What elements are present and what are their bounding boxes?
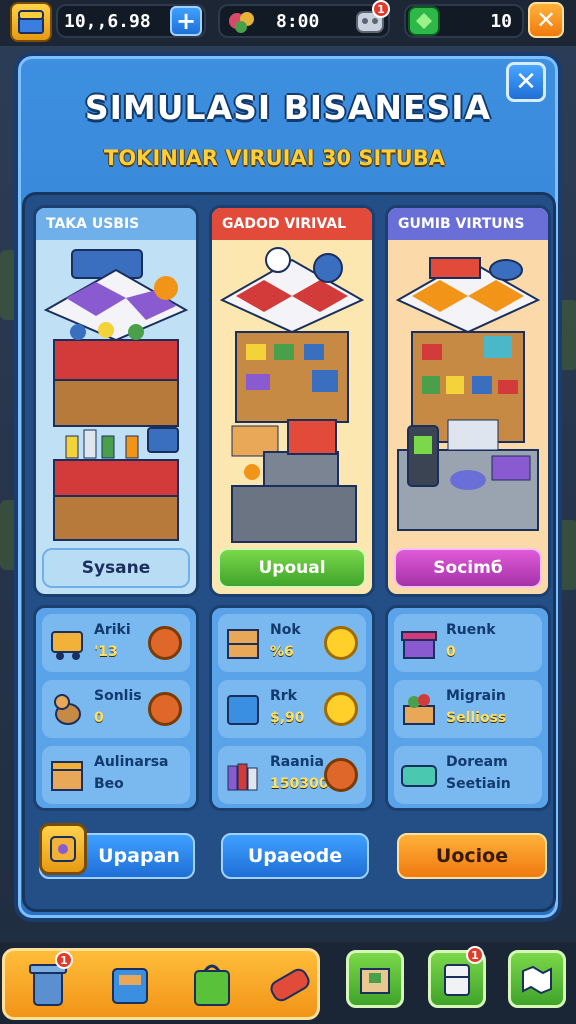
stat-value: %6 [270,644,294,660]
stat-panel-2: Nok %6 Rrk $,90 Raania 150300 [209,605,375,811]
market-stall-illustration [212,240,372,558]
market-stall-illustration [36,240,196,558]
panel-subtitle: TOKINIAR VIRUIAI 30 SITUBA [104,146,445,170]
gold-coin-icon [324,626,358,660]
currency-value: 10,,6.98 [64,10,151,32]
copper-coin-icon [148,692,182,726]
stat-label: Ruenk [446,622,496,638]
crate-icon [224,624,262,662]
bottom-nav: 1 1 [0,942,576,1024]
stat-label: Migrain [446,688,506,704]
stat-row: Ruenk 0 [394,614,542,672]
stat-row: Migrain Sellioss [394,680,542,738]
stat-label: Nok [270,622,301,638]
flower-icon [224,6,260,36]
stat-value: Seetiain [446,776,511,792]
stat-value: '13 [94,644,118,660]
stat-value: $,90 [270,710,305,726]
cart-icon [48,624,86,662]
upgrade-button-label: Uocioe [435,845,509,867]
copper-coin-icon [148,626,182,660]
nav-tray: 1 [2,948,320,1020]
stat-label: Ariki [94,622,131,638]
shop-card-header: TAKA USBIS [36,208,196,240]
shop-area: TAKA USBIS Sysane GADOD VIRIVAL Upoual G… [22,192,556,912]
stat-value: 150300 [270,776,329,792]
green-bag-icon[interactable] [183,955,241,1013]
stat-value: 0 [446,644,456,660]
stat-label: Rrk [270,688,297,704]
notification-badge: 1 [372,0,390,18]
shop-button-label: Socimб [433,558,503,578]
gem-icon [408,6,440,36]
package-icon[interactable] [346,950,404,1008]
map-icon[interactable] [508,950,566,1008]
market-stall-illustration [388,240,548,558]
add-currency-button[interactable]: + [170,6,202,36]
top-bar: 10,,6.98 + 8:00 1 10 ✕ [0,0,576,46]
ticket-icon [400,756,438,794]
upgrade-button-label: Upaeode [247,845,343,867]
treasure-chest-icon [10,2,52,42]
shop-button[interactable]: Socimб [394,548,542,588]
shop-card-3[interactable]: GUMIB VIRTUNS Socimб [385,205,551,597]
shop-name: GUMIB VIRTUNS [398,216,525,232]
eraser-icon[interactable] [261,955,319,1013]
shop-name: GADOD VIRIVAL [222,216,347,232]
shop-button[interactable]: Upoual [218,548,366,588]
gift-icon [400,624,438,662]
notification-badge: 1 [55,951,73,969]
top-close-button[interactable]: ✕ [528,2,564,38]
gem-value: 10 [490,10,512,32]
panel-title: SIMULASI BISANESIA [84,88,492,127]
stat-label: Sonlis [94,688,142,704]
stat-row: Doream Seetiain [394,746,542,804]
stat-panel-3: Ruenk 0 Migrain Sellioss Doream Seetiain [385,605,551,811]
stat-panel-1: Ariki '13 Sonlis 0 Aulinarsa Beo [33,605,199,811]
stat-row: Sonlis 0 [42,680,190,738]
shop-crate-icon[interactable] [101,955,159,1013]
upgrade-button-3[interactable]: Uocioe [397,833,547,879]
shop-button[interactable]: Sysane [42,548,190,588]
notification-count: 1 [60,953,68,967]
business-sim-panel: ✕ SIMULASI BISANESIA TOKINIAR VIRUIAI 30… [14,52,562,922]
stat-value: 0 [94,710,104,726]
plant-box-icon [400,690,438,728]
add-label: + [175,7,197,35]
stat-label: Raania [270,754,324,770]
dog-icon [48,690,86,728]
notification-badge: 1 [466,946,484,964]
books-icon [224,756,262,794]
close-label: ✕ [535,6,557,34]
shop-button-label: Upoual [258,558,326,578]
shop-card-2[interactable]: GADOD VIRIVAL Upoual [209,205,375,597]
stat-row: Raania 150300 [218,746,366,804]
stat-value: Sellioss [446,710,507,726]
upgrade-button-2[interactable]: Upaeode [221,833,369,879]
stat-value: Beo [94,776,124,792]
blue-box-icon [224,690,262,728]
copper-coin-icon [324,758,358,792]
box-icon [48,756,86,794]
stat-row: Nok %6 [218,614,366,672]
stat-row: Aulinarsa Beo [42,746,190,804]
time-value: 8:00 [276,10,320,32]
notification-count: 1 [471,948,479,962]
shop-card-1[interactable]: TAKA USBIS Sysane [33,205,199,597]
shop-card-header: GADOD VIRIVAL [212,208,372,240]
shop-button-label: Sysane [81,558,151,578]
stat-row: Ariki '13 [42,614,190,672]
notification-count: 1 [377,2,385,16]
stat-label: Doream [446,754,508,770]
shop-name: TAKA USBIS [46,216,140,232]
upgrade-button-label: Upapan [98,845,180,867]
stat-row: Rrk $,90 [218,680,366,738]
stat-label: Aulinarsa [94,754,169,770]
safe-icon [39,823,87,875]
gold-coin-icon [324,692,358,726]
shop-card-header: GUMIB VIRTUNS [388,208,548,240]
